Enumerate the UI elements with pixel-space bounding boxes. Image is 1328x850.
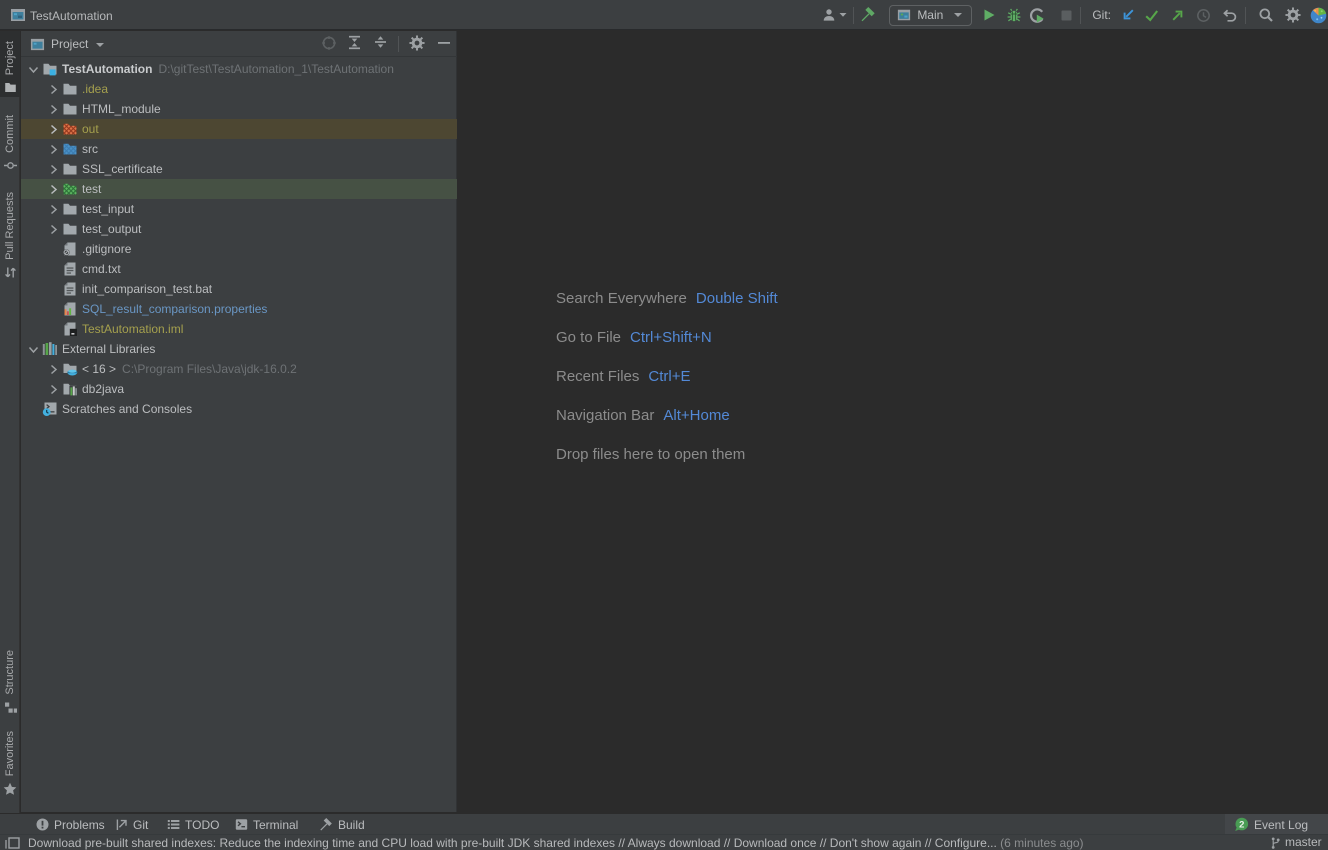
svg-text:2: 2 (1239, 819, 1244, 830)
